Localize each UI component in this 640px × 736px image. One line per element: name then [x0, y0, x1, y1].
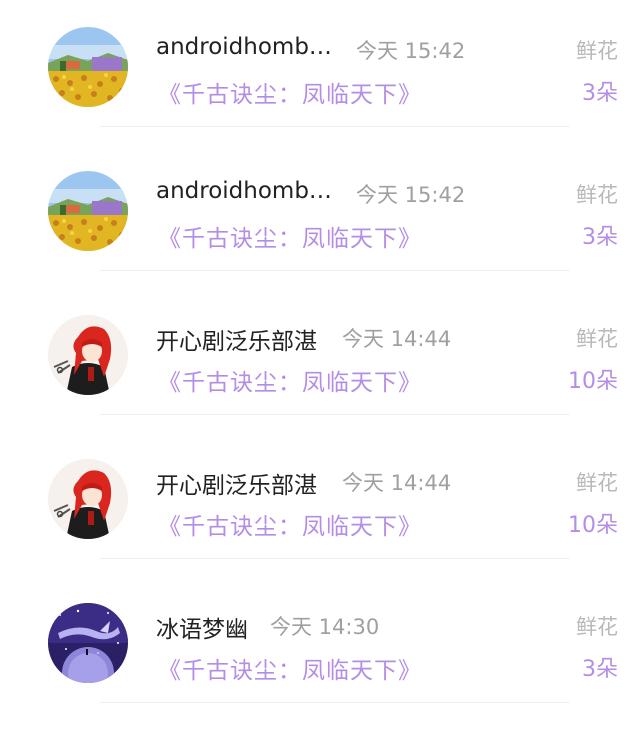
gift-type-label: 鲜花	[576, 39, 618, 63]
list-item[interactable]: androidhomb… 今天 15:42 《千古诀尘：凤临天下》 鲜花 3朵	[0, 0, 640, 144]
timestamp: 今天 15:42	[356, 39, 466, 63]
list-item[interactable]: androidhomb… 今天 15:42 《千古诀尘：凤临天下》 鲜花 3朵	[0, 144, 640, 288]
username[interactable]: androidhomb…	[156, 178, 332, 204]
timestamp: 今天 14:44	[342, 471, 452, 495]
purple-galaxy-avatar[interactable]	[48, 603, 128, 683]
divider	[100, 414, 570, 415]
list-item[interactable]: 开心剧泛乐部湛 今天 14:44 《千古诀尘：凤临天下》 鲜花 10朵	[0, 288, 640, 432]
gift-type-label: 鲜花	[576, 327, 618, 351]
username[interactable]: 开心剧泛乐部湛	[156, 322, 317, 356]
red-hair-anime-avatar[interactable]	[48, 459, 128, 539]
gift-count: 10朵	[568, 369, 618, 394]
list-item[interactable]: 冰语梦幽 今天 14:30 《千古诀尘：凤临天下》 鲜花 3朵	[0, 576, 640, 720]
divider	[100, 558, 570, 559]
timestamp: 今天 14:30	[270, 615, 380, 639]
gift-count: 3朵	[582, 225, 618, 250]
flower-gift-list: androidhomb… 今天 15:42 《千古诀尘：凤临天下》 鲜花 3朵 …	[0, 0, 640, 736]
timestamp: 今天 15:42	[356, 183, 466, 207]
username[interactable]: 冰语梦幽	[156, 610, 248, 644]
divider	[100, 126, 570, 127]
book-title-link[interactable]: 《千古诀尘：凤临天下》	[158, 75, 422, 109]
book-title-link[interactable]: 《千古诀尘：凤临天下》	[158, 507, 422, 541]
red-hair-anime-avatar[interactable]	[48, 315, 128, 395]
book-title-link[interactable]: 《千古诀尘：凤临天下》	[158, 651, 422, 685]
gift-count: 3朵	[582, 657, 618, 682]
gift-count: 3朵	[582, 81, 618, 106]
timestamp: 今天 14:44	[342, 327, 452, 351]
book-title-link[interactable]: 《千古诀尘：凤临天下》	[158, 363, 422, 397]
gift-type-label: 鲜花	[576, 183, 618, 207]
gift-count: 10朵	[568, 513, 618, 538]
gift-type-label: 鲜花	[576, 615, 618, 639]
divider	[100, 270, 570, 271]
gift-type-label: 鲜花	[576, 471, 618, 495]
sunflower-landscape-avatar[interactable]	[48, 27, 128, 107]
list-item[interactable]: 开心剧泛乐部湛 今天 14:44 《千古诀尘：凤临天下》 鲜花 10朵	[0, 432, 640, 576]
username[interactable]: 开心剧泛乐部湛	[156, 466, 317, 500]
sunflower-landscape-avatar[interactable]	[48, 171, 128, 251]
divider	[100, 702, 570, 703]
book-title-link[interactable]: 《千古诀尘：凤临天下》	[158, 219, 422, 253]
username[interactable]: androidhomb…	[156, 34, 332, 60]
